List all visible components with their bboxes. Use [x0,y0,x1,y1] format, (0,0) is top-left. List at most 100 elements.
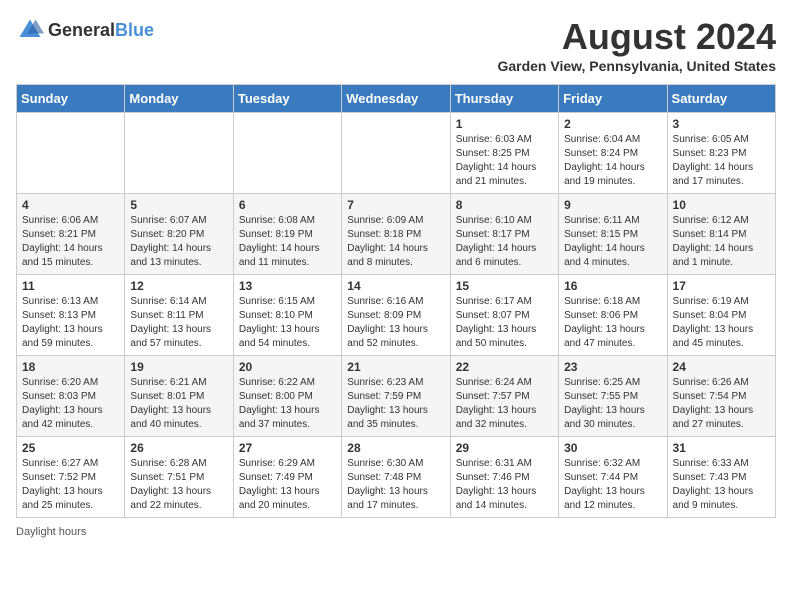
table-row: 25Sunrise: 6:27 AM Sunset: 7:52 PM Dayli… [17,437,125,518]
calendar-week-5: 25Sunrise: 6:27 AM Sunset: 7:52 PM Dayli… [17,437,776,518]
col-monday: Monday [125,85,233,113]
table-row: 2 Sunrise: 6:04 AM Sunset: 8:24 PM Daylig… [559,113,667,194]
day-number: 17 [673,279,770,293]
logo-icon [16,16,44,44]
table-row: 22 Sunrise: 6:24 AM Sunset: 7:57 PM Dayli… [450,356,558,437]
day-number: 30 [564,441,661,455]
day-number: 11 [22,279,119,293]
day-info: Sunrise: 6:09 AM Sunset: 8:18 PM Dayligh… [347,214,444,270]
day-info: Sunrise: 6:04 AM Sunset: 8:24 PM Dayligh… [564,133,661,189]
day-number: 1 [456,117,553,131]
day-info: Sunrise: 6:22 AM Sunset: 8:00 PM Dayligh… [239,376,336,432]
col-thursday: Thursday [450,85,558,113]
day-info: Sunrise: 6:29 AM Sunset: 7:49 PM Dayligh… [239,457,336,513]
day-info: Sunrise: 6:23 AM Sunset: 7:59 PM Dayligh… [347,376,444,432]
day-number: 24 [673,360,770,374]
day-number: 4 [22,198,119,212]
col-friday: Friday [559,85,667,113]
day-number: 13 [239,279,336,293]
table-row: 30 Sunrise: 6:32 AM Sunset: 7:44 PM Dayli… [559,437,667,518]
page-header: GeneralBlue August 2024 Garden View, Pen… [16,16,776,74]
day-info: Sunrise: 6:03 AM Sunset: 8:25 PM Dayligh… [456,133,553,189]
table-row: 15Sunrise: 6:17 AM Sunset: 8:07 PM Dayli… [450,275,558,356]
day-number: 16 [564,279,661,293]
calendar-week-3: 11 Sunrise: 6:13 AM Sunset: 8:13 PM Dayli… [17,275,776,356]
table-row [233,113,341,194]
logo-blue: Blue [115,20,154,40]
day-info: Sunrise: 6:32 AM Sunset: 7:44 PM Dayligh… [564,457,661,513]
day-info: Sunrise: 6:27 AM Sunset: 7:52 PM Dayligh… [22,457,119,513]
table-row: 18 Sunrise: 6:20 AM Sunset: 8:03 PM Dayli… [17,356,125,437]
table-row [125,113,233,194]
footer: Daylight hours [16,526,776,538]
table-row: 1 Sunrise: 6:03 AM Sunset: 8:25 PM Daylig… [450,113,558,194]
day-number: 2 [564,117,661,131]
day-info: Sunrise: 6:11 AM Sunset: 8:15 PM Dayligh… [564,214,661,270]
col-wednesday: Wednesday [342,85,450,113]
col-sunday: Sunday [17,85,125,113]
day-info: Sunrise: 6:30 AM Sunset: 7:48 PM Dayligh… [347,457,444,513]
table-row: 31 Sunrise: 6:33 AM Sunset: 7:43 PM Dayli… [667,437,775,518]
day-info: Sunrise: 6:10 AM Sunset: 8:17 PM Dayligh… [456,214,553,270]
day-info: Sunrise: 6:18 AM Sunset: 8:06 PM Dayligh… [564,295,661,351]
day-number: 7 [347,198,444,212]
day-number: 9 [564,198,661,212]
table-row: 12Sunrise: 6:14 AM Sunset: 8:11 PM Dayli… [125,275,233,356]
table-row: 21Sunrise: 6:23 AM Sunset: 7:59 PM Dayli… [342,356,450,437]
day-info: Sunrise: 6:13 AM Sunset: 8:13 PM Dayligh… [22,295,119,351]
day-number: 29 [456,441,553,455]
day-number: 28 [347,441,444,455]
day-info: Sunrise: 6:26 AM Sunset: 7:54 PM Dayligh… [673,376,770,432]
day-info: Sunrise: 6:05 AM Sunset: 8:23 PM Dayligh… [673,133,770,189]
day-info: Sunrise: 6:16 AM Sunset: 8:09 PM Dayligh… [347,295,444,351]
day-number: 5 [130,198,227,212]
day-number: 31 [673,441,770,455]
day-number: 3 [673,117,770,131]
day-number: 23 [564,360,661,374]
day-info: Sunrise: 6:21 AM Sunset: 8:01 PM Dayligh… [130,376,227,432]
calendar-table: Sunday Monday Tuesday Wednesday Thursday… [16,84,776,518]
day-number: 22 [456,360,553,374]
day-info: Sunrise: 6:33 AM Sunset: 7:43 PM Dayligh… [673,457,770,513]
day-number: 19 [130,360,227,374]
day-number: 10 [673,198,770,212]
day-number: 14 [347,279,444,293]
table-row: 17 Sunrise: 6:19 AM Sunset: 8:04 PM Dayli… [667,275,775,356]
day-number: 15 [456,279,553,293]
table-row: 4 Sunrise: 6:06 AM Sunset: 8:21 PM Daylig… [17,194,125,275]
table-row: 8Sunrise: 6:10 AM Sunset: 8:17 PM Daylig… [450,194,558,275]
logo-general: General [48,20,115,40]
table-row [342,113,450,194]
logo: GeneralBlue [16,16,154,44]
calendar-week-1: 1 Sunrise: 6:03 AM Sunset: 8:25 PM Daylig… [17,113,776,194]
day-info: Sunrise: 6:07 AM Sunset: 8:20 PM Dayligh… [130,214,227,270]
location-subtitle: Garden View, Pennsylvania, United States [497,58,776,74]
month-year-title: August 2024 [497,16,776,58]
day-info: Sunrise: 6:06 AM Sunset: 8:21 PM Dayligh… [22,214,119,270]
table-row: 29 Sunrise: 6:31 AM Sunset: 7:46 PM Dayli… [450,437,558,518]
day-number: 18 [22,360,119,374]
day-info: Sunrise: 6:31 AM Sunset: 7:46 PM Dayligh… [456,457,553,513]
day-info: Sunrise: 6:24 AM Sunset: 7:57 PM Dayligh… [456,376,553,432]
day-number: 20 [239,360,336,374]
table-row: 27Sunrise: 6:29 AM Sunset: 7:49 PM Dayli… [233,437,341,518]
day-info: Sunrise: 6:19 AM Sunset: 8:04 PM Dayligh… [673,295,770,351]
table-row: 3 Sunrise: 6:05 AM Sunset: 8:23 PM Daylig… [667,113,775,194]
day-info: Sunrise: 6:28 AM Sunset: 7:51 PM Dayligh… [130,457,227,513]
title-block: August 2024 Garden View, Pennsylvania, U… [497,16,776,74]
table-row: 5 Sunrise: 6:07 AM Sunset: 8:20 PM Daylig… [125,194,233,275]
day-number: 12 [130,279,227,293]
day-info: Sunrise: 6:12 AM Sunset: 8:14 PM Dayligh… [673,214,770,270]
day-info: Sunrise: 6:20 AM Sunset: 8:03 PM Dayligh… [22,376,119,432]
day-info: Sunrise: 6:08 AM Sunset: 8:19 PM Dayligh… [239,214,336,270]
col-saturday: Saturday [667,85,775,113]
daylight-hours-label: Daylight hours [16,526,86,538]
table-row: 14 Sunrise: 6:16 AM Sunset: 8:09 PM Dayli… [342,275,450,356]
table-row: 6 Sunrise: 6:08 AM Sunset: 8:19 PM Daylig… [233,194,341,275]
table-row: 9 Sunrise: 6:11 AM Sunset: 8:15 PM Daylig… [559,194,667,275]
table-row: 16 Sunrise: 6:18 AM Sunset: 8:06 PM Dayli… [559,275,667,356]
table-row: 7 Sunrise: 6:09 AM Sunset: 8:18 PM Daylig… [342,194,450,275]
day-number: 6 [239,198,336,212]
calendar-week-4: 18 Sunrise: 6:20 AM Sunset: 8:03 PM Dayli… [17,356,776,437]
table-row [17,113,125,194]
